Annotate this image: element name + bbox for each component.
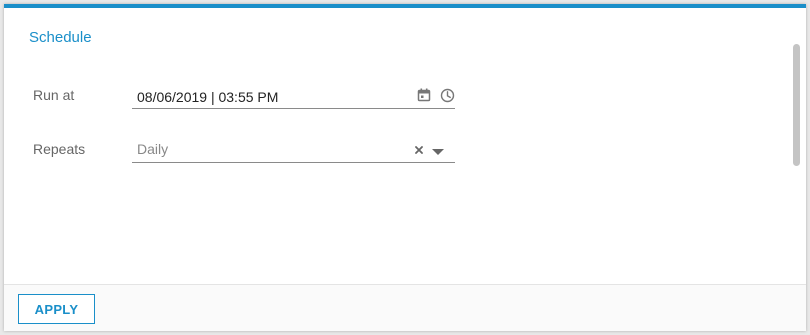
panel-content: Schedule Run at 08/06/2019 | 03:55 PM Re… — [4, 8, 791, 284]
clear-icon[interactable] — [415, 146, 423, 154]
vertical-scrollbar[interactable] — [791, 44, 801, 280]
schedule-panel: Schedule Run at 08/06/2019 | 03:55 PM Re… — [4, 4, 806, 331]
clock-icon[interactable] — [440, 88, 455, 103]
run-at-value: 08/06/2019 | 03:55 PM — [137, 89, 279, 105]
calendar-icon[interactable] — [417, 88, 431, 102]
run-at-label: Run at — [33, 87, 75, 103]
repeats-select[interactable]: Daily — [132, 136, 455, 163]
scrollbar-thumb[interactable] — [793, 44, 800, 166]
apply-button[interactable]: APPLY — [18, 294, 95, 324]
panel-footer: APPLY — [4, 284, 806, 331]
repeats-label: Repeats — [33, 141, 86, 157]
repeats-value: Daily — [137, 141, 169, 157]
dropdown-arrow-icon[interactable] — [432, 149, 444, 156]
panel-title: Schedule — [29, 29, 92, 46]
run-at-field[interactable]: 08/06/2019 | 03:55 PM — [132, 82, 455, 109]
